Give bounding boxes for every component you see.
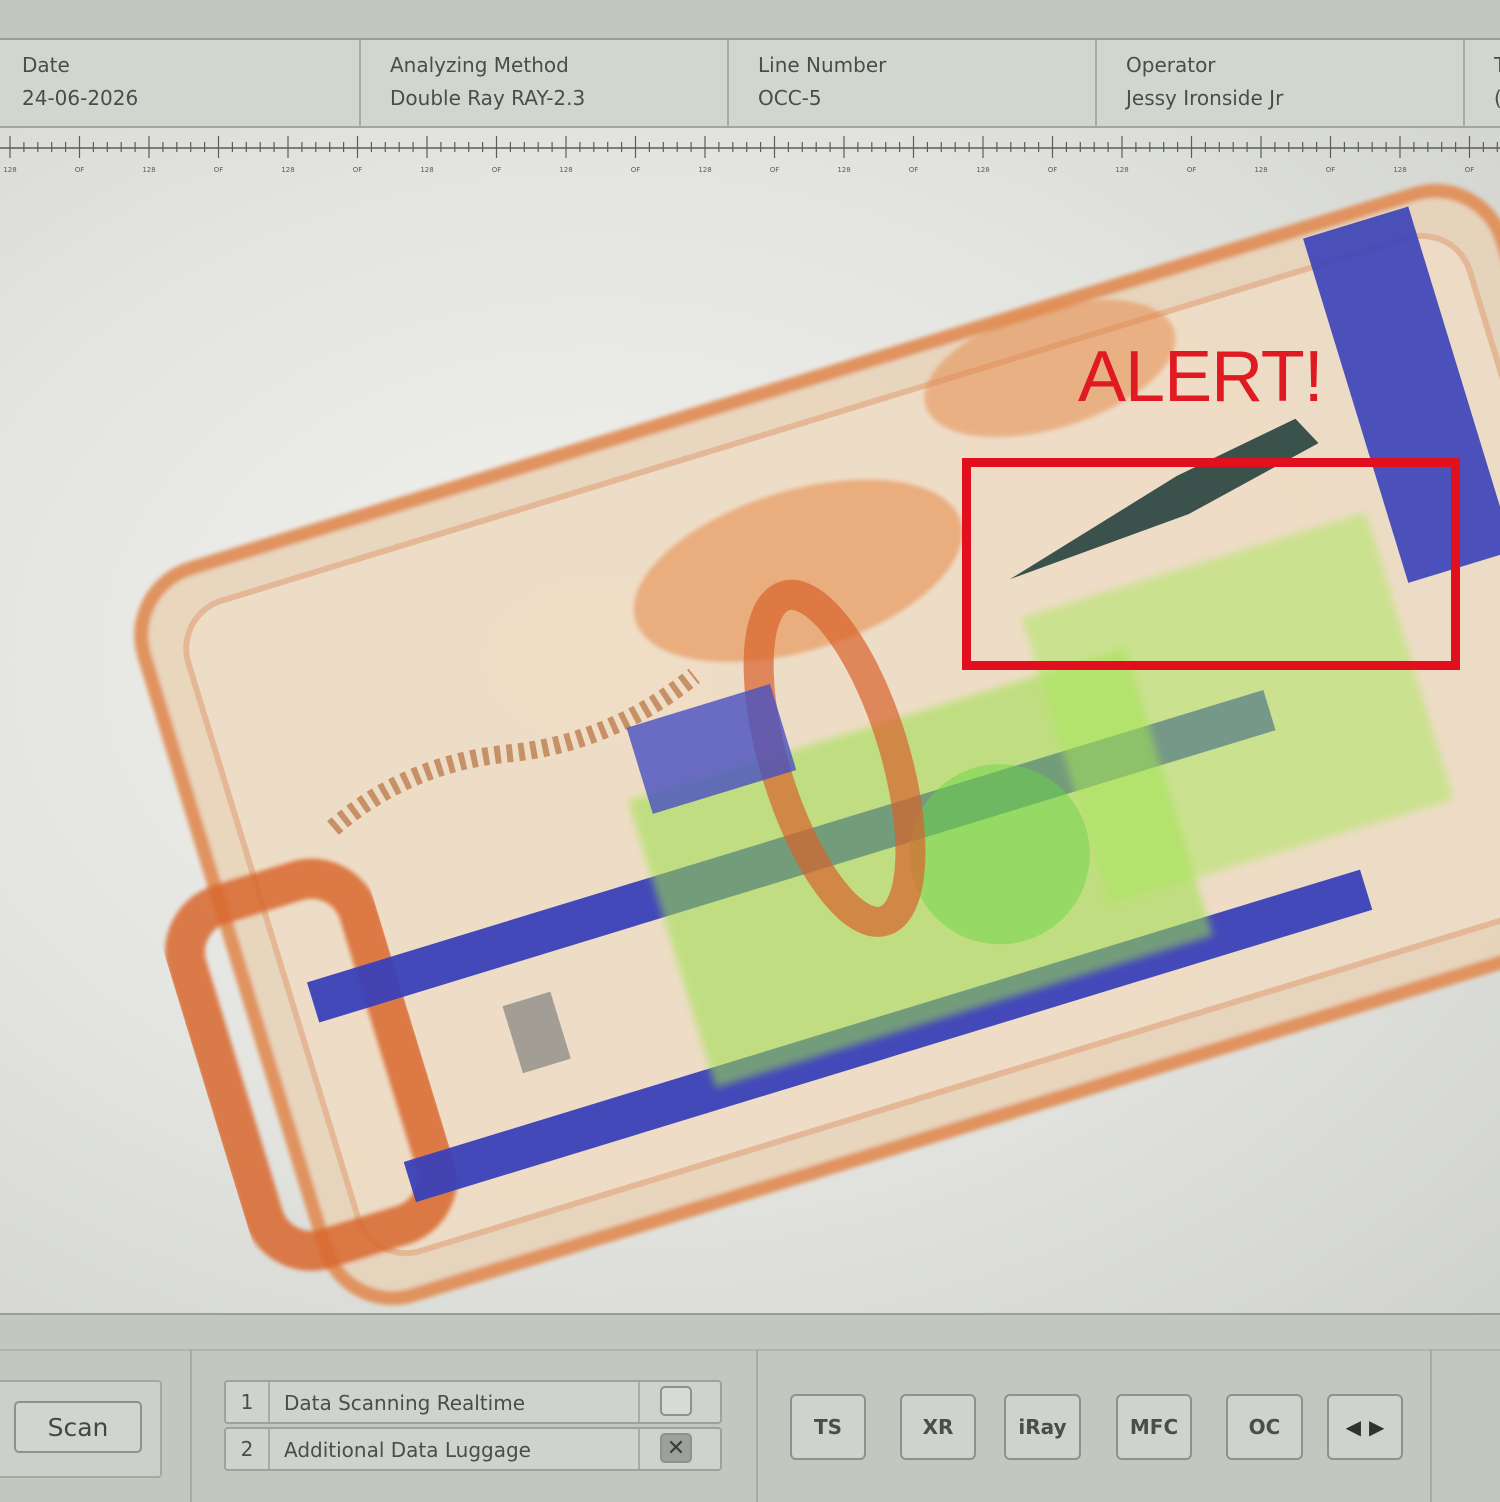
control-panel: Scan 1 Data Scanning Realtime 2 Addition… xyxy=(0,1313,1500,1502)
ruler-label: OF xyxy=(492,166,502,174)
xray-scan-viewport[interactable]: ALERT! 128 OF 128 OF 128 OF 128 OF 128 OF 128 OF 128… xyxy=(0,128,1500,1313)
ruler-label: OF xyxy=(1048,166,1058,174)
ruler-label: OF xyxy=(1187,166,1197,174)
row-check-cell: ✕ xyxy=(638,1429,720,1469)
panel-divider xyxy=(756,1349,758,1502)
ruler-label: OF xyxy=(1326,166,1336,174)
xr-button[interactable]: XR xyxy=(900,1394,976,1460)
info-truncated: T ( xyxy=(1465,40,1500,126)
date-value: 24-06-2026 xyxy=(22,86,139,110)
row-number: 2 xyxy=(226,1429,270,1469)
option-row-luggage[interactable]: 2 Additional Data Luggage ✕ xyxy=(224,1427,722,1471)
info-operator: Operator Jessy Ironside Jr xyxy=(1097,40,1465,126)
info-date: Date 24-06-2026 xyxy=(0,40,361,126)
ruler-label: OF xyxy=(353,166,363,174)
left-triangle-icon[interactable]: ◀ xyxy=(1346,1415,1361,1439)
ruler-label: OF xyxy=(909,166,919,174)
ruler-label: 128 xyxy=(3,166,16,174)
ruler-label: 128 xyxy=(281,166,294,174)
ruler-label: 128 xyxy=(1254,166,1267,174)
ruler-label: 128 xyxy=(698,166,711,174)
row-check-cell xyxy=(638,1382,720,1422)
ruler-label: 128 xyxy=(976,166,989,174)
mfc-button[interactable]: MFC xyxy=(1116,1394,1192,1460)
operator-value: Jessy Ironside Jr xyxy=(1126,86,1284,110)
ruler-label: 128 xyxy=(559,166,572,174)
line-number-value: OCC-5 xyxy=(758,86,822,110)
panel-divider-line xyxy=(0,1349,1500,1351)
right-triangle-icon[interactable]: ▶ xyxy=(1369,1415,1384,1439)
ruler-label: OF xyxy=(75,166,85,174)
ruler-label: OF xyxy=(1465,166,1475,174)
ruler-label: 128 xyxy=(420,166,433,174)
alert-label: ALERT! xyxy=(1078,337,1324,417)
option-row-realtime[interactable]: 1 Data Scanning Realtime xyxy=(224,1380,722,1424)
navigate-button[interactable]: ◀ ▶ xyxy=(1327,1394,1403,1460)
ruler-label: OF xyxy=(631,166,641,174)
iray-button[interactable]: iRay xyxy=(1004,1394,1081,1460)
top-strip xyxy=(0,0,1500,40)
row-number: 1 xyxy=(226,1382,270,1422)
panel-divider xyxy=(1430,1349,1432,1502)
date-label: Date xyxy=(22,53,70,77)
threat-highlight-box[interactable] xyxy=(962,458,1460,670)
info-line-number: Line Number OCC-5 xyxy=(729,40,1097,126)
truncated-value: ( xyxy=(1494,86,1500,110)
ruler-label: OF xyxy=(214,166,224,174)
analyzing-method-label: Analyzing Method xyxy=(390,53,569,77)
ts-button[interactable]: TS xyxy=(790,1394,866,1460)
operator-label: Operator xyxy=(1126,53,1216,77)
distance-ruler: 128 OF 128 OF 128 OF 128 OF 128 OF 128 OF 128 OF 128 OF… xyxy=(0,136,1500,174)
luggage-checkbox[interactable]: ✕ xyxy=(660,1433,692,1463)
ruler-label: 128 xyxy=(1393,166,1406,174)
truncated-label: T xyxy=(1494,53,1500,77)
xray-luggage-image xyxy=(134,183,1500,1306)
ruler-label: 128 xyxy=(837,166,850,174)
panel-divider xyxy=(190,1349,192,1502)
ruler-label: 128 xyxy=(1115,166,1128,174)
ruler-label: OF xyxy=(770,166,780,174)
line-number-label: Line Number xyxy=(758,53,887,77)
realtime-checkbox[interactable] xyxy=(660,1386,692,1416)
oc-button[interactable]: OC xyxy=(1226,1394,1303,1460)
scan-button[interactable]: Scan xyxy=(14,1401,142,1453)
ruler-label: 128 xyxy=(142,166,155,174)
row-label: Additional Data Luggage xyxy=(284,1438,531,1462)
x-mark-icon: ✕ xyxy=(666,1435,686,1461)
row-label: Data Scanning Realtime xyxy=(284,1391,525,1415)
info-analyzing-method: Analyzing Method Double Ray RAY-2.3 xyxy=(361,40,729,126)
analyzing-method-value: Double Ray RAY-2.3 xyxy=(390,86,586,110)
scan-info-bar: Date 24-06-2026 Analyzing Method Double … xyxy=(0,40,1500,128)
